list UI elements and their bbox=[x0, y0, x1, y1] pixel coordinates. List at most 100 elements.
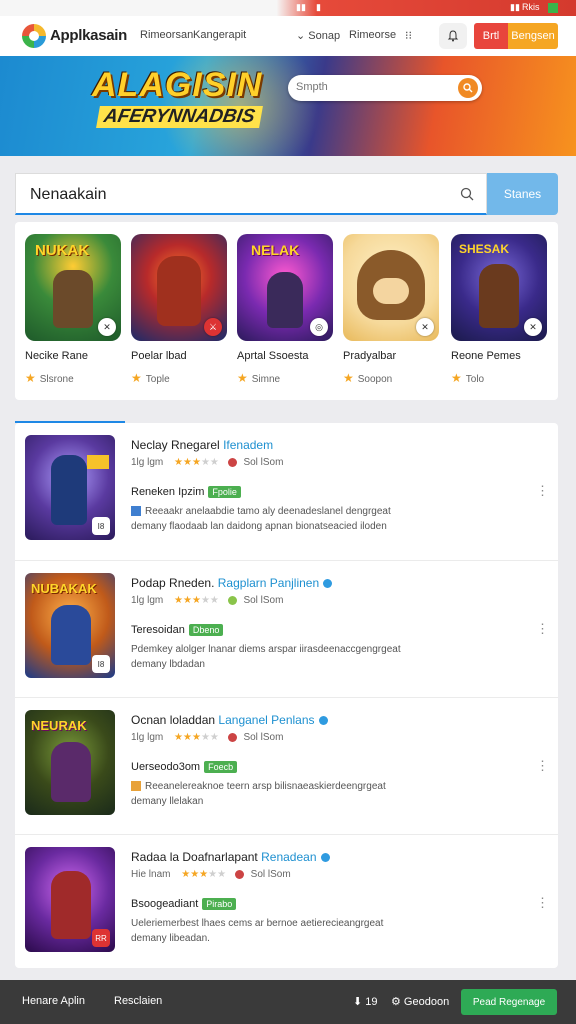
list-item-title: Ocnan loladdan Langanel Penlans bbox=[131, 713, 328, 727]
list-item-subtitle: Teresoidan Dbeno bbox=[131, 624, 224, 636]
list-item-description: Pdemkey alolger lnanar diems arspar iira… bbox=[131, 644, 401, 655]
featured-card[interactable]: NUKAK ✕ Necike Rane ★ Slsrone bbox=[25, 234, 121, 385]
category-tag[interactable]: Fpolie bbox=[208, 486, 241, 498]
game-list: I8 Neclay Rnegarel Ifenadem 1lg lgm ★★★★… bbox=[15, 423, 558, 968]
rating-stars: ★★★★★ bbox=[174, 457, 219, 468]
category-tag[interactable]: Foecb bbox=[204, 761, 238, 773]
list-item[interactable]: I8 Neclay Rnegarel Ifenadem 1lg lgm ★★★★… bbox=[15, 423, 558, 560]
verified-icon bbox=[323, 579, 333, 589]
nav-link-2[interactable]: Kangerapit bbox=[193, 29, 246, 41]
info-icon bbox=[131, 506, 141, 517]
app-logo[interactable] bbox=[22, 24, 46, 48]
register-button[interactable]: Bengsen bbox=[508, 23, 558, 49]
game-thumbnail: SHESAK ✕ bbox=[451, 234, 547, 341]
featured-meta: ★ Soopon bbox=[343, 371, 393, 385]
featured-name: Reone Pemes bbox=[451, 350, 521, 362]
star-icon: ★ bbox=[451, 371, 462, 385]
featured-card[interactable]: SHESAK ✕ Reone Pemes ★ Tolo bbox=[451, 234, 547, 385]
search-icon[interactable] bbox=[460, 187, 474, 201]
star-icon: ★ bbox=[343, 371, 354, 385]
search-icon bbox=[463, 83, 473, 93]
bell-icon bbox=[447, 30, 459, 42]
game-thumbnail: ⚔ bbox=[131, 234, 227, 341]
banner-search-input[interactable] bbox=[296, 81, 446, 93]
list-item-description-2: demany libeadan. bbox=[131, 933, 210, 944]
banner-subtitle: AFERYNNADBIS bbox=[96, 106, 263, 128]
developer-icon bbox=[234, 869, 244, 879]
featured-name: Necike Rane bbox=[25, 350, 88, 362]
more-options-icon[interactable]: ⋮ bbox=[536, 895, 549, 911]
search-query: Nenaakain bbox=[30, 186, 107, 203]
featured-meta: ★ Tolo bbox=[451, 371, 485, 385]
bottom-bar: Henare Aplin Resclaien ⬇ 19 ⚙ Geodoon Pe… bbox=[0, 980, 576, 1024]
list-item-description: Ueleriemerbest lhaes cems ar bernoe aeti… bbox=[131, 918, 384, 929]
gear-icon: ⚙ bbox=[391, 996, 404, 1008]
featured-card[interactable]: ⚔ Poelar lbad ★ Tople bbox=[131, 234, 227, 385]
list-item-title: Podap Rneden. Ragplarn Panjlinen bbox=[131, 576, 333, 590]
notification-button[interactable] bbox=[439, 23, 467, 49]
list-item-description-2: demany llelakan bbox=[131, 796, 204, 807]
nav-link-4[interactable]: Rimeorse bbox=[349, 29, 396, 41]
list-item-meta: 1lg lgm ★★★★★ Sol lSom bbox=[131, 732, 284, 743]
list-item-title: Radaa la Doafnarlapant Renadean bbox=[131, 850, 330, 864]
search-input[interactable]: Nenaakain bbox=[15, 173, 487, 215]
featured-meta: ★ Tople bbox=[131, 371, 170, 385]
featured-meta: ★ Slsrone bbox=[25, 371, 74, 385]
search-button[interactable]: Stanes bbox=[487, 173, 558, 215]
rating-stars: ★★★★★ bbox=[181, 869, 227, 880]
brand-name[interactable]: Applkasain bbox=[50, 27, 127, 44]
game-thumbnail: NEURAK bbox=[25, 710, 115, 815]
info-icon bbox=[131, 781, 141, 792]
featured-card[interactable]: NELAK ◎ Aprtal Ssoesta ★ Simne bbox=[237, 234, 333, 385]
platform-icon: ◎ bbox=[310, 318, 328, 336]
status-badge bbox=[548, 3, 558, 13]
banner-search bbox=[288, 75, 482, 101]
nav-link-1[interactable]: Rimeorsan bbox=[140, 29, 193, 41]
download-count[interactable]: ⬇ 19 bbox=[353, 995, 378, 1008]
nav-link-3[interactable]: ⌄ Sonap bbox=[296, 29, 340, 42]
rating-stars: ★★★★★ bbox=[174, 595, 219, 606]
bottom-link-resources[interactable]: Resclaien bbox=[114, 995, 162, 1007]
list-item-meta: Hie lnam ★★★★★ Sol lSom bbox=[131, 869, 291, 880]
settings-link[interactable]: ⚙ Geodoon bbox=[391, 995, 449, 1008]
list-item-meta: 1lg lgm ★★★★★ Sol lSom bbox=[131, 595, 284, 606]
primary-action-button[interactable]: Pead Regenage bbox=[461, 989, 557, 1015]
list-item-description-2: demany lbdadan bbox=[131, 659, 205, 670]
banner-title: ALAGISIN bbox=[92, 66, 263, 104]
hero-banner[interactable]: ALAGISIN AFERYNNADBIS bbox=[0, 56, 576, 156]
platform-icon: ✕ bbox=[416, 318, 434, 336]
star-icon: ★ bbox=[25, 371, 36, 385]
search-panel: Nenaakain Stanes bbox=[15, 173, 558, 215]
banner-search-button[interactable] bbox=[458, 78, 478, 98]
list-item[interactable]: NEURAK Ocnan loladdan Langanel Penlans 1… bbox=[15, 697, 558, 834]
list-item-description: Reeaakr anelaabdie tamo aly deenadeslane… bbox=[131, 506, 391, 517]
thumb-badge: RR bbox=[92, 929, 110, 947]
list-item-description-2: demany flaodaab lan daidong apnan bionat… bbox=[131, 521, 387, 532]
star-icon: ★ bbox=[237, 371, 248, 385]
list-item-meta: 1lg lgm ★★★★★ Sol lSom bbox=[131, 457, 284, 468]
featured-name: Aprtal Ssoesta bbox=[237, 350, 309, 362]
header: Applkasain Rimeorsan Kangerapit ⌄ Sonap … bbox=[0, 16, 576, 56]
list-item-subtitle: Uerseodo3om Foecb bbox=[131, 761, 238, 773]
grid-menu-icon[interactable]: ⁝⁝ bbox=[405, 29, 412, 42]
game-thumbnail: NELAK ◎ bbox=[237, 234, 333, 341]
developer-icon bbox=[227, 732, 237, 742]
category-tag[interactable]: Pirabo bbox=[202, 898, 237, 910]
wifi-icon: ▮ bbox=[316, 2, 321, 12]
list-item-title: Neclay Rnegarel Ifenadem bbox=[131, 438, 274, 452]
more-options-icon[interactable]: ⋮ bbox=[536, 621, 549, 637]
list-item-subtitle: Reneken Ipzim Fpolie bbox=[131, 486, 241, 498]
more-options-icon[interactable]: ⋮ bbox=[536, 758, 549, 774]
login-button[interactable]: Brtl bbox=[474, 23, 508, 49]
list-item[interactable]: NUBAKAK I8 Podap Rneden. Ragplarn Panjli… bbox=[15, 560, 558, 697]
bottom-link-home[interactable]: Henare Aplin bbox=[22, 995, 85, 1007]
featured-name: Pradyalbar bbox=[343, 350, 397, 362]
more-options-icon[interactable]: ⋮ bbox=[536, 483, 549, 499]
game-thumbnail: NUKAK ✕ bbox=[25, 234, 121, 341]
platform-icon: ⚔ bbox=[204, 318, 222, 336]
featured-card[interactable]: ✕ Pradyalbar ★ Soopon bbox=[343, 234, 439, 385]
list-item[interactable]: RR Radaa la Doafnarlapant Renadean Hie l… bbox=[15, 834, 558, 971]
category-tag[interactable]: Dbeno bbox=[188, 624, 224, 636]
star-icon: ★ bbox=[131, 371, 142, 385]
rating-stars: ★★★★★ bbox=[174, 732, 219, 743]
